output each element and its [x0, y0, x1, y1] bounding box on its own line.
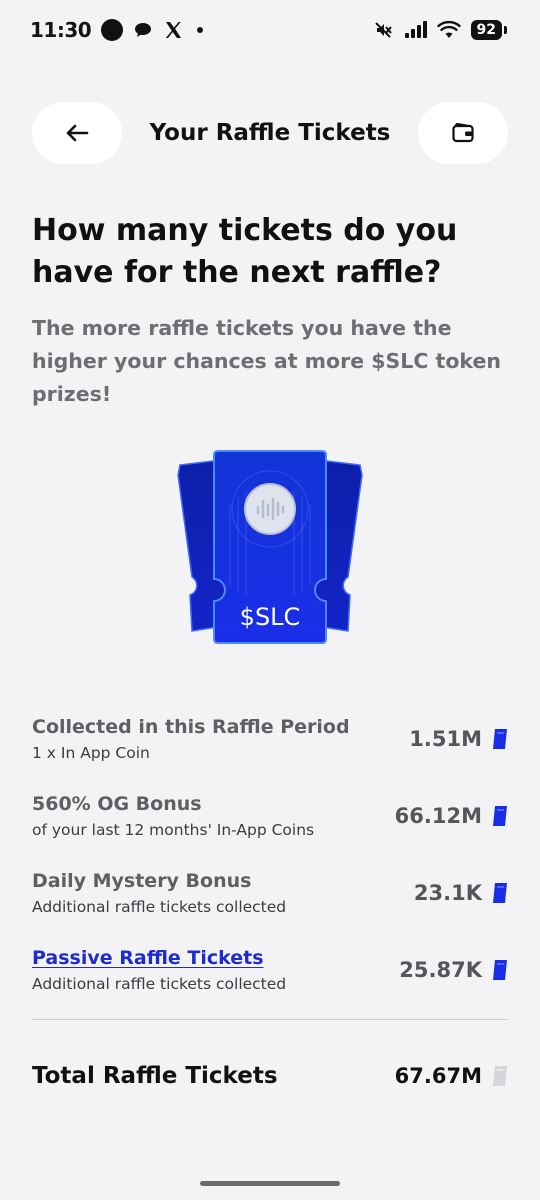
record-dot-icon — [101, 19, 124, 41]
notification-dot-icon — [197, 27, 204, 33]
row-value: 1.51M — [409, 726, 482, 751]
row-subtitle: 1 x In App Coin — [32, 743, 150, 762]
battery-icon: 92 — [470, 20, 508, 40]
status-time: 11:30 — [30, 18, 92, 42]
status-bar: 11:30 92 — [0, 0, 540, 60]
total-value: 67.67M — [394, 1064, 482, 1088]
ticket-breakdown-list: Collected in this Raffle Period 1 x In A… — [32, 700, 508, 1008]
page-title: Your Raffle Tickets — [149, 120, 391, 146]
divider — [32, 1019, 508, 1020]
arrow-left-icon — [66, 124, 89, 142]
list-item: 560% OG Bonus of your last 12 months' In… — [32, 777, 508, 854]
header: Your Raffle Tickets — [32, 102, 508, 164]
row-value: 23.1K — [413, 880, 482, 905]
total-label: Total Raffle Tickets — [32, 1063, 278, 1089]
silver-ticket-icon — [493, 1066, 507, 1086]
row-title: Daily Mystery Bonus — [32, 869, 252, 892]
row-subtitle: Additional raffle tickets collected — [32, 897, 287, 916]
wifi-icon — [436, 20, 461, 38]
headline: How many tickets do you have for the nex… — [32, 213, 458, 290]
mute-icon — [374, 22, 392, 38]
row-subtitle: of your last 12 months' In-App Coins — [32, 820, 315, 839]
back-button[interactable] — [32, 102, 122, 164]
row-value: 66.12M — [394, 803, 482, 828]
blue-ticket-icon — [493, 728, 507, 749]
ticket-label: $SLC — [240, 603, 301, 631]
blue-ticket-icon — [493, 959, 507, 980]
wallet-button[interactable] — [418, 102, 508, 164]
list-item: Passive Raffle Tickets Additional raffle… — [32, 931, 508, 1008]
home-indicator[interactable] — [200, 1181, 340, 1186]
row-subtitle: Additional raffle tickets collected — [32, 974, 287, 993]
x-logo-icon — [165, 22, 182, 38]
row-title: Collected in this Raffle Period — [32, 715, 350, 738]
wallet-icon — [452, 122, 474, 143]
subtext: The more raffle tickets you have the hig… — [32, 316, 501, 406]
passive-raffle-tickets-link[interactable]: Passive Raffle Tickets — [32, 947, 286, 969]
row-value: 25.87K — [399, 957, 482, 982]
blue-ticket-icon — [493, 882, 507, 903]
chat-bubble-icon — [135, 23, 152, 37]
blue-ticket-icon — [493, 805, 507, 826]
row-title: 560% OG Bonus — [32, 792, 202, 815]
signal-icon — [404, 21, 427, 38]
total-row: Total Raffle Tickets 67.67M — [32, 1055, 508, 1097]
list-item: Daily Mystery Bonus Additional raffle ti… — [32, 854, 508, 931]
raffle-ticket-illustration: $SLC — [177, 450, 363, 644]
list-item: Collected in this Raffle Period 1 x In A… — [32, 700, 508, 777]
